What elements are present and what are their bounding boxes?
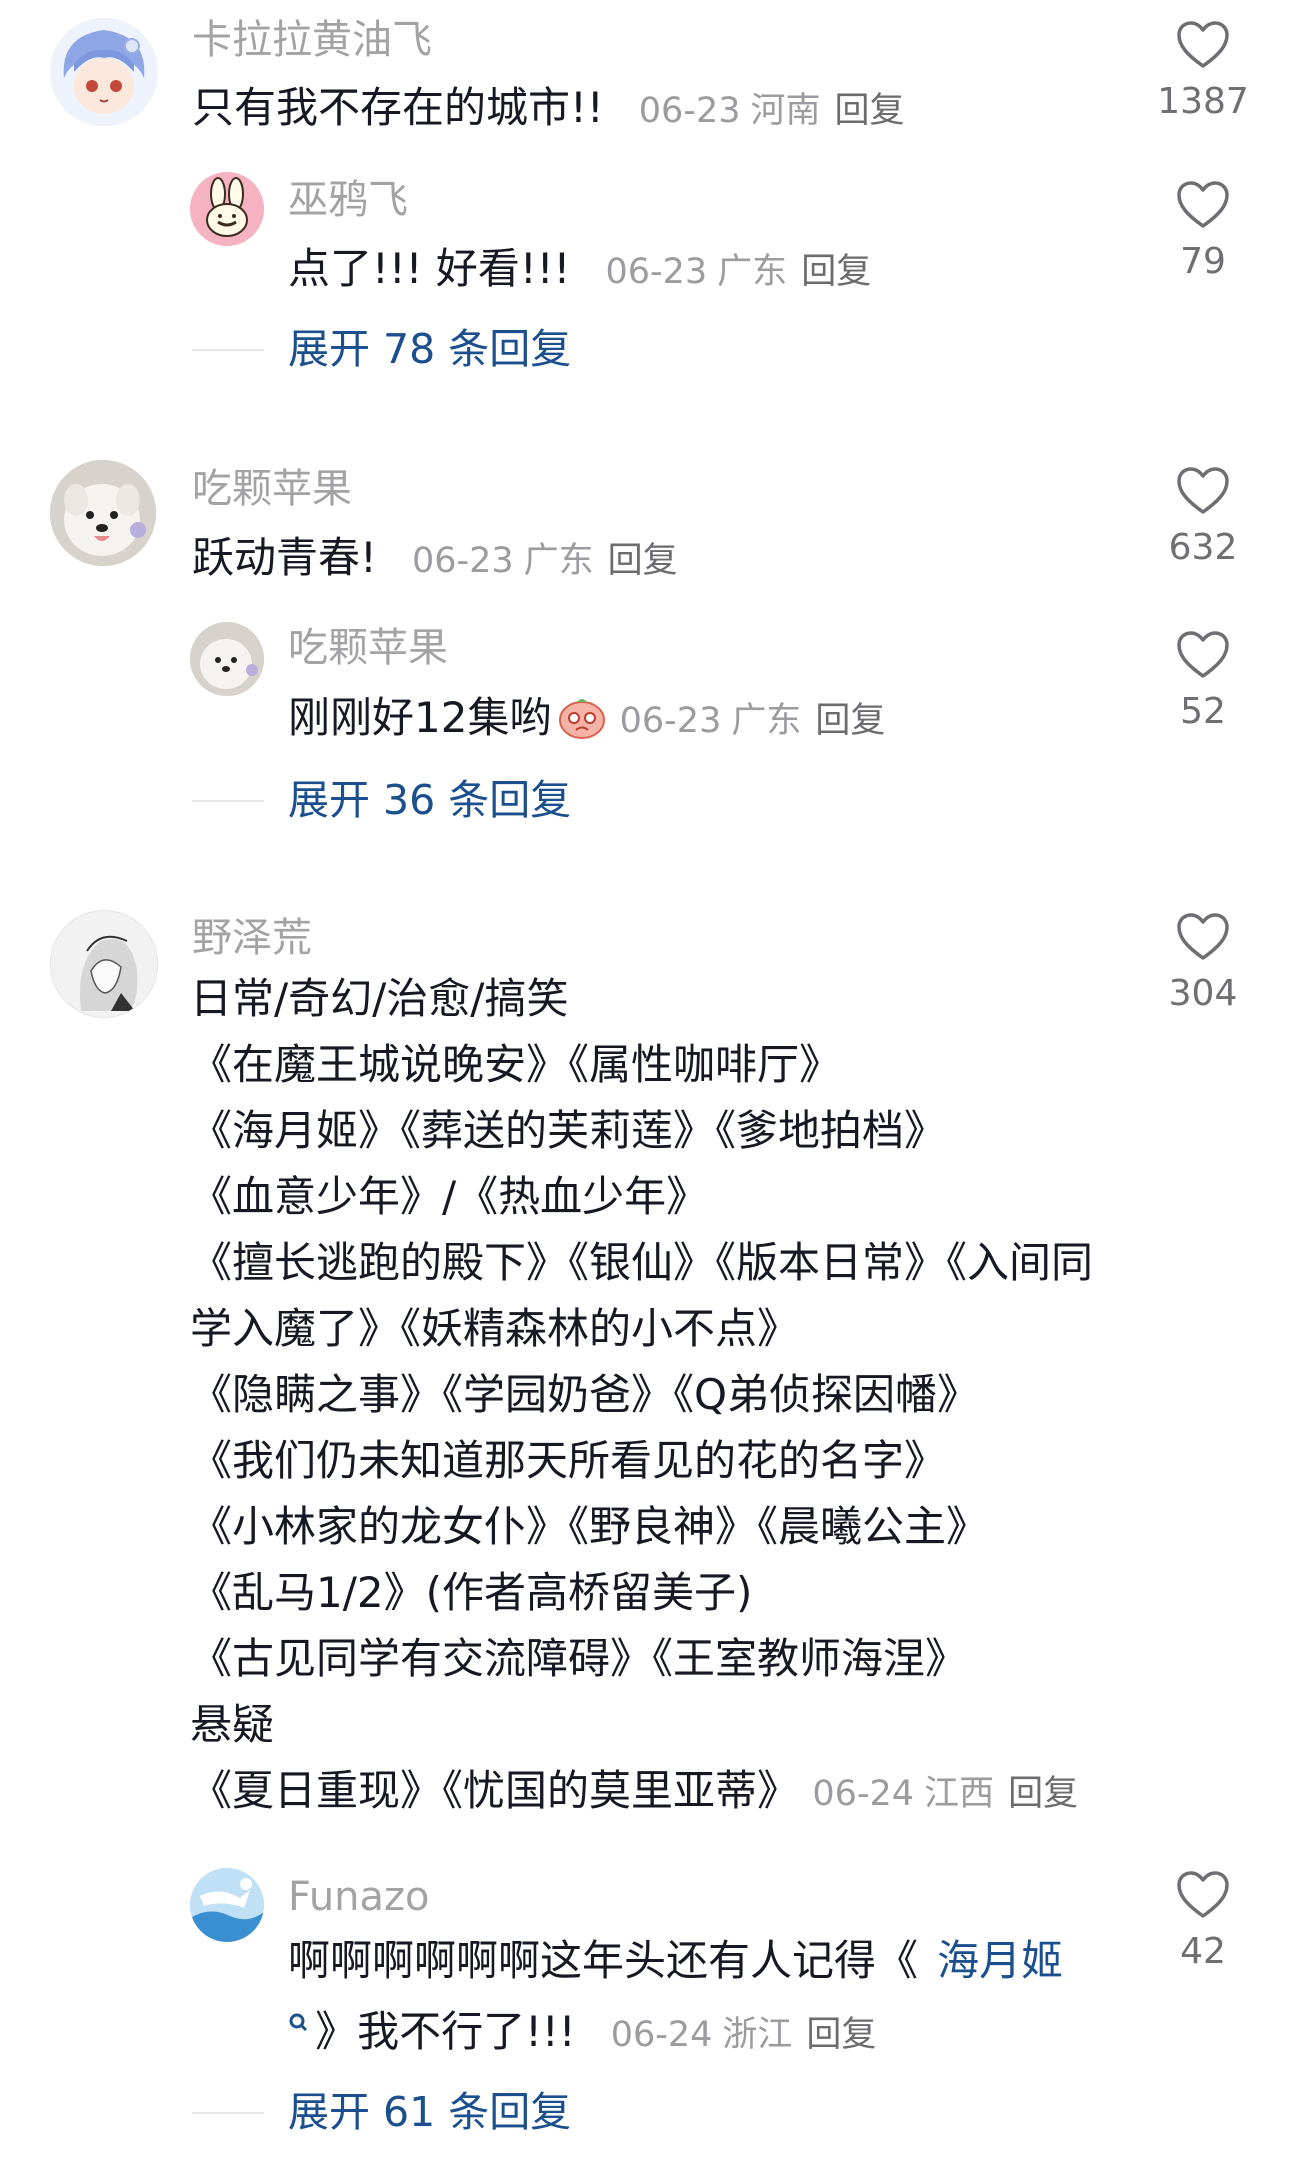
sketch-avatar-icon	[51, 911, 157, 1017]
like-button[interactable]: 632	[1153, 466, 1253, 566]
comment-line: 《我们仍未知道那天所看见的花的名字》	[190, 1436, 947, 1485]
heart-icon	[1177, 467, 1229, 514]
comment-body: 只有我不存在的城市!! 06-23 河南 回复	[192, 82, 905, 133]
expand-replies-button[interactable]: 展开 36 条回复	[288, 780, 571, 821]
like-count: 1387	[1157, 81, 1249, 122]
comment-line: 《隐瞒之事》《学园奶爸》《Q弟侦探因幡》	[190, 1370, 980, 1419]
comment-author[interactable]: 野泽荒	[192, 918, 312, 958]
heart-icon	[1177, 1871, 1229, 1918]
comment-line: 《海月姬》《葬送的芙莉莲》《爹地拍档》	[190, 1106, 947, 1155]
avatar[interactable]	[190, 622, 264, 696]
avatar[interactable]	[50, 460, 156, 566]
reply-author[interactable]: 吃颗苹果	[288, 628, 448, 668]
comment-author[interactable]: 卡拉拉黄油飞	[192, 20, 432, 60]
divider	[192, 349, 264, 351]
reply-date: 06-23	[619, 701, 722, 741]
comment-body: 跃动青春! 06-23 广东 回复	[192, 532, 678, 583]
reply-body: 点了!!! 好看!!! 06-23 广东 回复	[288, 243, 871, 294]
heart-icon	[1177, 631, 1229, 678]
reply-text: 点了!!! 好看!!!	[288, 244, 571, 293]
comment-line: 日常/奇幻/治愈/搞笑	[190, 974, 569, 1023]
comment-last-line: 《夏日重现》《忧国的莫里亚蒂》 06-24 江西 回复	[190, 1758, 1150, 1827]
avatar[interactable]	[190, 1868, 264, 1942]
reply-button[interactable]: 回复	[835, 91, 905, 131]
reply-location: 广东	[717, 252, 788, 292]
like-count: 79	[1180, 241, 1226, 282]
reply-button[interactable]: 回复	[806, 2015, 876, 2055]
comment-line: 《古见同学有交流障碍》《王室教师海涅》	[190, 1634, 968, 1683]
like-button[interactable]: 79	[1153, 180, 1253, 280]
reply-text-suffix: 》我不行了!!!	[315, 2007, 576, 2056]
like-button[interactable]: 1387	[1153, 20, 1253, 120]
comment-line: 《乱马1/2》(作者高桥留美子)	[190, 1568, 753, 1617]
like-count: 42	[1180, 1931, 1226, 1972]
bunny-avatar-icon	[190, 172, 264, 246]
like-count: 304	[1168, 973, 1238, 1014]
comment-text: 只有我不存在的城市!!	[192, 83, 604, 132]
dog-avatar-icon	[190, 622, 264, 696]
comment-line: 《小林家的龙女仆》《野良神》《晨曦公主》	[190, 1502, 989, 1551]
like-count: 632	[1168, 527, 1238, 568]
heart-icon	[1177, 181, 1229, 228]
reply-body-line2: 》我不行了!!! 06-24 浙江 回复	[288, 2006, 876, 2057]
dog-avatar-icon	[50, 460, 156, 566]
comment-author[interactable]: 吃颗苹果	[192, 469, 352, 509]
like-button[interactable]: 304	[1153, 912, 1253, 1012]
divider	[192, 800, 264, 802]
comment-location: 江西	[924, 1774, 995, 1814]
avatar[interactable]	[50, 910, 158, 1018]
search-icon[interactable]	[288, 2012, 310, 2040]
reply-date: 06-24	[610, 2015, 713, 2055]
crying-emoji-icon	[558, 699, 605, 739]
divider	[192, 2112, 264, 2114]
anime-avatar-icon	[50, 18, 158, 126]
reply-body: 啊啊啊啊啊啊这年头还有人记得《 海月姬	[288, 1940, 1063, 1982]
reply-text-prefix: 啊啊啊啊啊啊这年头还有人记得《	[288, 1936, 919, 1985]
comment-line: 学入魔了》《妖精森林的小不点》	[190, 1304, 800, 1353]
reply-button[interactable]: 回复	[608, 541, 678, 581]
like-button[interactable]: 52	[1153, 630, 1253, 730]
comment-line: 《在魔王城说晚安》《属性咖啡厅》	[190, 1040, 842, 1089]
comment-location: 河南	[750, 91, 821, 131]
expand-replies-button[interactable]: 展开 61 条回复	[288, 2092, 571, 2133]
reply-author[interactable]: 巫鸦飞	[288, 180, 408, 220]
heart-icon	[1177, 21, 1229, 68]
comment-line: 《夏日重现》《忧国的莫里亚蒂》	[190, 1766, 800, 1815]
comment-date: 06-23	[638, 91, 741, 131]
reply-location: 浙江	[722, 2015, 793, 2055]
ocean-avatar-icon	[190, 1868, 264, 1942]
like-count: 52	[1180, 691, 1226, 732]
comment-line: 悬疑	[190, 1700, 275, 1749]
reply-body: 刚刚好12集哟 06-23 广东 回复	[288, 692, 885, 743]
reply-button[interactable]: 回复	[1008, 1774, 1078, 1814]
comment-text: 跃动青春!	[192, 533, 377, 582]
comment-line: 《擅长逃跑的殿下》《银仙》《版本日常》《入间同	[190, 1238, 1094, 1287]
anime-link[interactable]: 海月姬	[937, 1936, 1063, 1985]
comment-body: 日常/奇幻/治愈/搞笑 《在魔王城说晚安》《属性咖啡厅》 《海月姬》《葬送的芙莉…	[190, 966, 1150, 1827]
expand-replies-button[interactable]: 展开 78 条回复	[288, 329, 571, 370]
comment-date: 06-23	[411, 541, 514, 581]
comment-date: 06-24	[812, 1774, 915, 1814]
like-button[interactable]: 42	[1153, 1870, 1253, 1970]
avatar[interactable]	[190, 172, 264, 246]
heart-icon	[1177, 913, 1229, 960]
reply-button[interactable]: 回复	[815, 701, 885, 741]
avatar[interactable]	[50, 18, 158, 126]
reply-author[interactable]: Funazo	[288, 1877, 430, 1917]
reply-text: 刚刚好12集哟	[288, 693, 552, 742]
reply-location: 广东	[731, 701, 802, 741]
comment-line: 《血意少年》/《热血少年》	[190, 1172, 709, 1221]
reply-date: 06-23	[605, 252, 708, 292]
reply-button[interactable]: 回复	[801, 252, 871, 292]
comment-location: 广东	[523, 541, 594, 581]
